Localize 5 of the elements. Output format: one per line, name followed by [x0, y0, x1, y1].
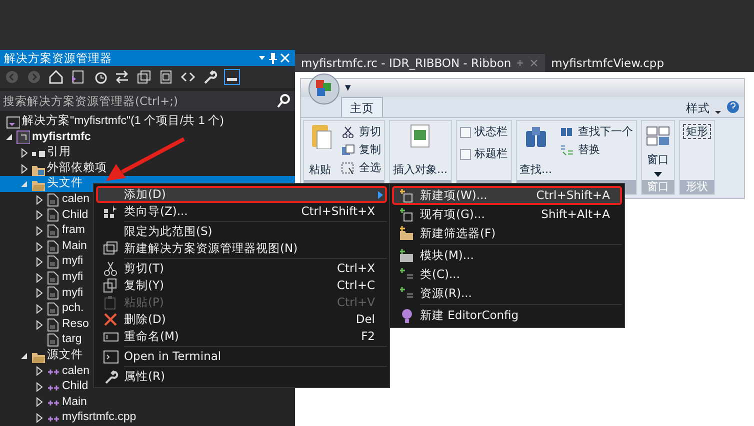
group-label: 窗口: [642, 180, 674, 194]
panel-title: 解决方案资源管理器: [4, 50, 113, 66]
checkbox-label: 状态栏: [474, 124, 508, 140]
checkbox-label: 标题栏: [474, 146, 508, 162]
group-label: 形状: [680, 180, 714, 194]
